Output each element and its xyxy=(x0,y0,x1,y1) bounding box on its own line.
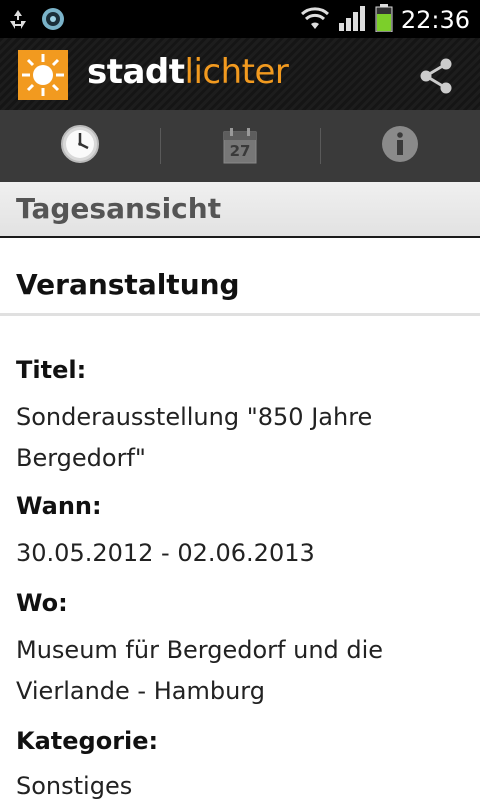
wifi-icon xyxy=(300,5,329,35)
where-label: Wo: xyxy=(16,589,68,617)
tab-bar: 27 xyxy=(0,110,480,182)
signal-icon xyxy=(337,5,367,35)
section-header: Tagesansicht xyxy=(0,182,480,238)
info-icon xyxy=(380,124,420,168)
calendar-day: 27 xyxy=(229,142,251,160)
app-brand: stadtlichter xyxy=(87,52,289,92)
sun-logo-icon xyxy=(18,50,68,100)
title-value-line1: Sonderausstellung "850 Jahre xyxy=(16,403,373,431)
action-bar: stadtlichter xyxy=(0,38,480,110)
battery-icon xyxy=(375,4,393,36)
where-value: Museum für Bergedorf und die Vierlande -… xyxy=(16,630,466,712)
when-label: Wann: xyxy=(16,492,102,520)
brand-part-stadt: stadt xyxy=(87,52,185,92)
where-value-line1: Museum für Bergedorf und die xyxy=(16,636,384,664)
camera-icon xyxy=(40,6,66,36)
when-value: 30.05.2012 - 02.06.2013 xyxy=(16,539,315,567)
category-value: Sonstiges xyxy=(16,772,133,800)
share-icon[interactable] xyxy=(418,58,454,94)
recycle-icon xyxy=(6,7,30,35)
tab-clock[interactable] xyxy=(0,110,160,182)
section-title: Tagesansicht xyxy=(16,192,222,225)
event-heading: Veranstaltung xyxy=(16,268,240,301)
where-value-line2: Vierlande - Hamburg xyxy=(16,677,265,705)
tab-info[interactable] xyxy=(320,110,480,182)
category-label: Kategorie: xyxy=(16,727,159,755)
tab-calendar[interactable]: 27 xyxy=(160,110,320,182)
title-value: Sonderausstellung "850 Jahre Bergedorf" xyxy=(16,397,466,479)
brand-part-lichter: lichter xyxy=(184,52,289,92)
status-time: 22:36 xyxy=(400,6,470,34)
status-bar: 22:36 xyxy=(0,0,480,38)
clock-icon xyxy=(60,124,100,168)
title-value-line2: Bergedorf" xyxy=(16,444,146,472)
title-label: Titel: xyxy=(16,356,87,384)
event-heading-row: Veranstaltung xyxy=(0,240,480,316)
calendar-icon: 27 xyxy=(222,127,258,165)
